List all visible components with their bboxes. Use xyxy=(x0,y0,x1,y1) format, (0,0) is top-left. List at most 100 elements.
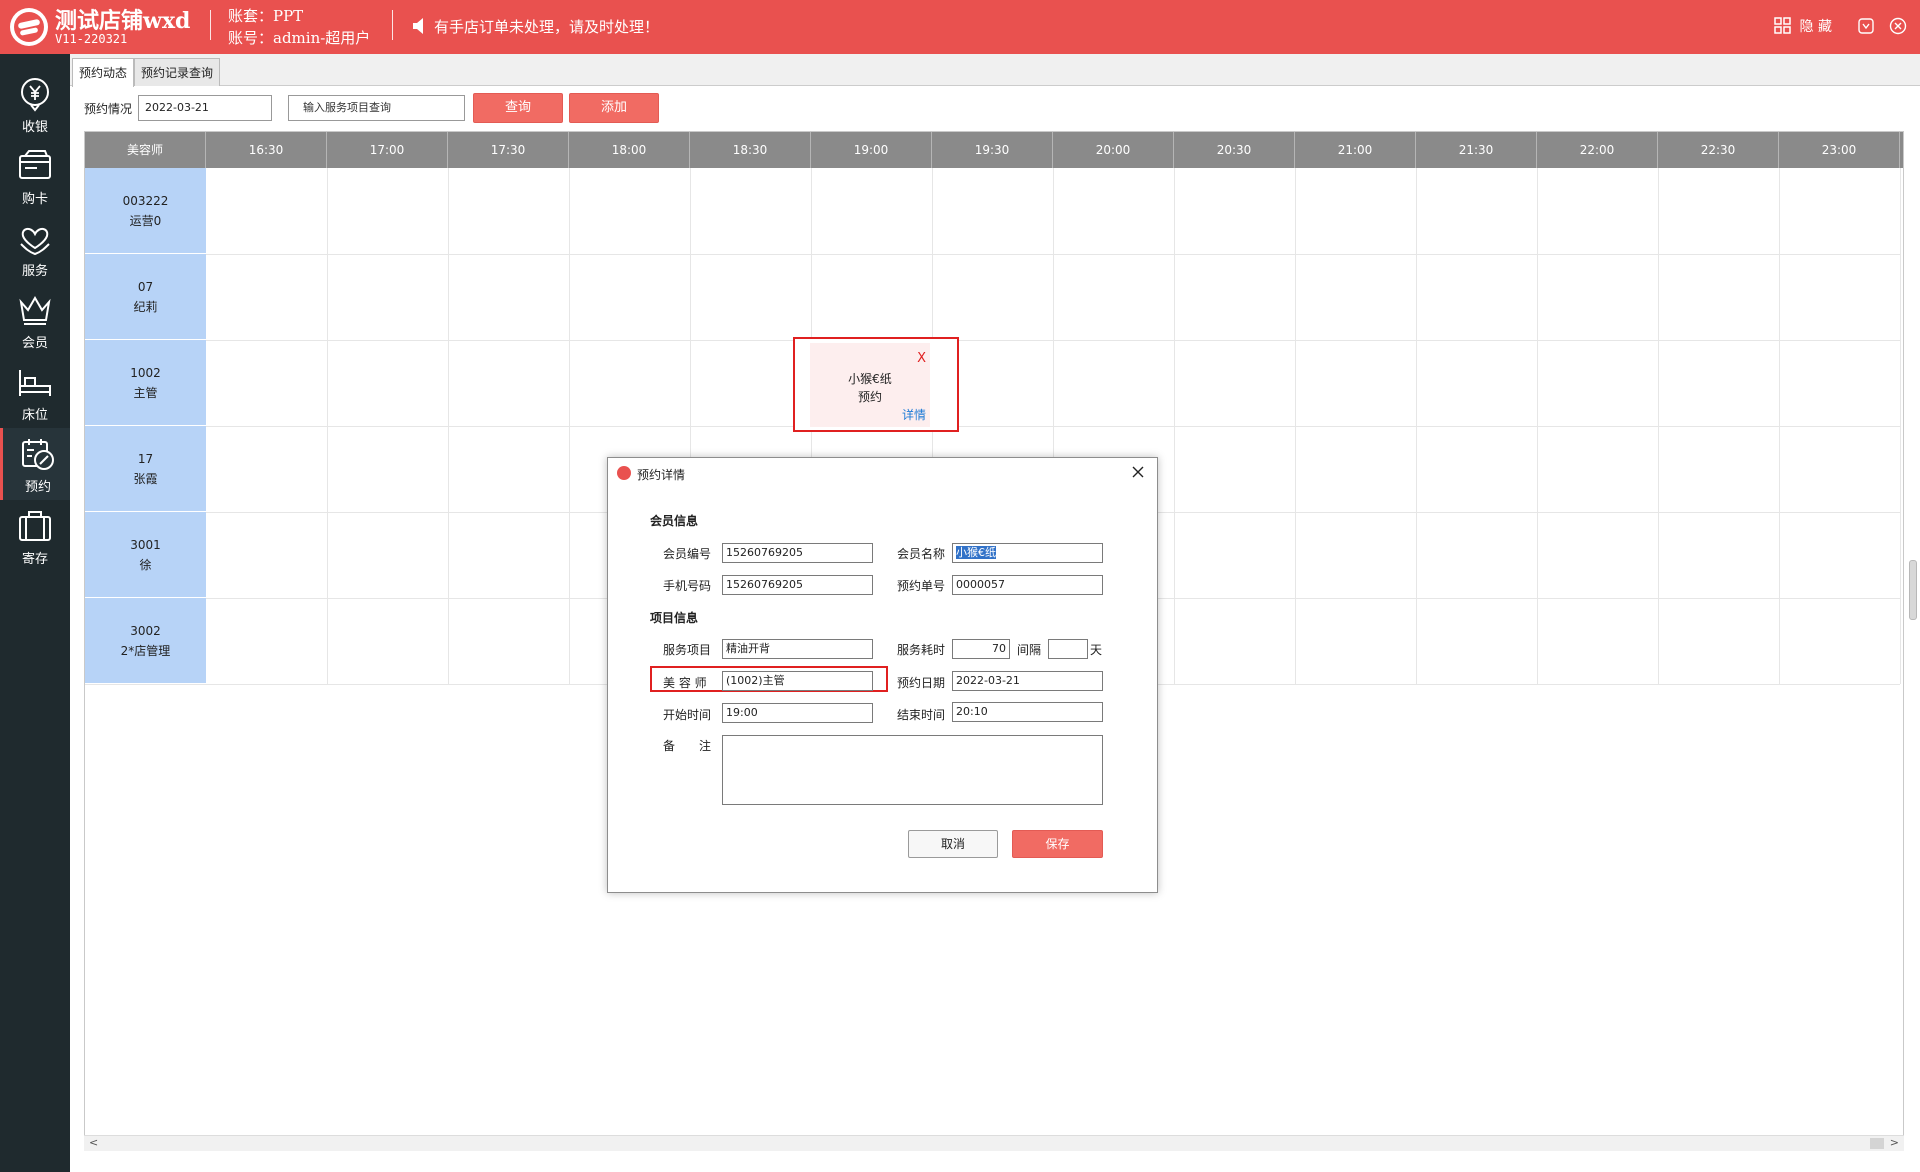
order-no-field[interactable]: 0000057 xyxy=(952,575,1103,595)
logo-icon xyxy=(10,8,48,46)
save-button[interactable]: 保存 xyxy=(1012,830,1103,858)
staff-code: 003222 xyxy=(122,193,169,208)
header-time: 23:00 xyxy=(1779,132,1900,168)
close-icon xyxy=(1889,17,1907,35)
staff-row-label: 1002 主管 xyxy=(85,340,206,426)
staff-row-label: 17 张霞 xyxy=(85,426,206,512)
sidebar-item-member[interactable]: 会员 xyxy=(0,284,70,356)
appointment-member-name: 小猴€纸 xyxy=(848,372,892,386)
speaker-icon xyxy=(413,18,423,34)
scroll-left-icon[interactable]: < xyxy=(89,1136,98,1149)
query-button[interactable]: 查询 xyxy=(473,93,563,123)
dialog-title: 预约详情 xyxy=(637,468,686,482)
scroll-thumb[interactable] xyxy=(1870,1138,1884,1149)
card-icon xyxy=(19,150,51,179)
app-version: V11-220321 xyxy=(55,32,128,46)
end-time-label: 结束时间 xyxy=(897,708,946,722)
appointment-card[interactable]: X 小猴€纸 预约 详情 xyxy=(793,337,959,432)
sidebar-item-appointment[interactable]: 预约 xyxy=(0,428,70,500)
sidebar-item-buy-card[interactable]: 购卡 xyxy=(0,140,70,212)
staff-code: 1002 xyxy=(130,365,161,380)
staff-code: 17 xyxy=(137,451,154,466)
interval-field[interactable] xyxy=(1048,639,1088,659)
staff-row-label: 003222 运营0 xyxy=(85,168,206,254)
sidebar-item-label: 会员 xyxy=(21,336,48,351)
grid-line xyxy=(206,254,1900,255)
member-no-label: 会员编号 xyxy=(663,547,712,561)
storage-icon xyxy=(19,511,51,541)
tab-appointment-status[interactable]: 预约动态 xyxy=(72,58,135,87)
dialog-title-bar: 预约详情 xyxy=(608,458,1157,490)
appointment-delete-button[interactable]: X xyxy=(917,351,926,366)
staff-name: 主管 xyxy=(133,385,158,400)
member-name-field[interactable]: 小猴€纸 xyxy=(952,543,1103,563)
staff-name: 纪莉 xyxy=(133,299,158,314)
remark-textarea[interactable] xyxy=(722,735,1103,805)
header-time: 16:30 xyxy=(206,132,327,168)
end-time-field[interactable]: 20:10 xyxy=(952,702,1103,722)
header-time: 22:00 xyxy=(1537,132,1658,168)
service-label: 服务项目 xyxy=(663,643,712,657)
sidebar-item-service[interactable]: 服务 xyxy=(0,212,70,284)
order-no-label: 预约单号 xyxy=(897,579,946,593)
staff-name: 运营0 xyxy=(129,213,162,228)
divider xyxy=(392,10,393,40)
appointment-date-field[interactable]: 2022-03-21 xyxy=(952,671,1103,691)
close-button[interactable] xyxy=(1886,14,1910,38)
sidebar-item-bed[interactable]: 床位 xyxy=(0,356,70,428)
staff-name: 徐 xyxy=(139,557,152,572)
account-set: 账套：PPT xyxy=(228,7,304,25)
beautician-select[interactable]: (1002)主管 xyxy=(722,671,873,691)
phone-field[interactable]: 15260769205 xyxy=(722,575,873,595)
appointment-status-label: 预约情况 xyxy=(84,102,133,116)
close-icon xyxy=(1132,466,1144,478)
sidebar-item-storage[interactable]: 寄存 xyxy=(0,500,70,572)
appointment-detail-link[interactable]: 详情 xyxy=(902,406,926,423)
service-field[interactable]: 精油开背 xyxy=(722,639,873,659)
window-controls: 隐 藏 xyxy=(1773,14,1910,38)
date-label: 预约日期 xyxy=(897,676,946,690)
day-unit-label: 天 xyxy=(1090,643,1103,657)
header-time: 20:30 xyxy=(1174,132,1295,168)
minimize-button[interactable] xyxy=(1854,14,1878,38)
header-time: 21:30 xyxy=(1416,132,1537,168)
sidebar-item-label: 床位 xyxy=(21,408,48,423)
add-button[interactable]: 添加 xyxy=(569,93,659,123)
start-time-field[interactable]: 19:00 xyxy=(722,703,873,723)
bed-icon xyxy=(19,370,51,396)
start-time-label: 开始时间 xyxy=(663,708,712,722)
cancel-button[interactable]: 取消 xyxy=(908,830,998,858)
horizontal-scrollbar[interactable]: < > xyxy=(84,1135,1904,1151)
appointment-icon xyxy=(22,439,54,470)
toolbar: 预约情况 2022-03-21 输入服务项目查询 查询 添加 xyxy=(70,86,1920,126)
staff-code: 07 xyxy=(137,279,154,294)
date-input[interactable]: 2022-03-21 xyxy=(138,95,272,121)
header-time: 21:00 xyxy=(1295,132,1416,168)
sidebar-item-cashier[interactable]: 收银 xyxy=(0,68,70,140)
member-name-value: 小猴€纸 xyxy=(956,546,996,559)
staff-row-label: 3001 徐 xyxy=(85,512,206,598)
sidebar-item-label: 收银 xyxy=(21,120,48,135)
divider xyxy=(210,10,211,40)
appointment-block[interactable]: X 小猴€纸 预约 详情 xyxy=(810,343,930,427)
tab-bar: 预约动态 预约记录查询 xyxy=(70,54,1920,87)
grid-icon[interactable] xyxy=(1773,17,1792,35)
sidebar-item-label: 服务 xyxy=(21,264,48,279)
search-input[interactable]: 输入服务项目查询 xyxy=(288,95,465,121)
sidebar-item-label: 预约 xyxy=(24,480,51,495)
staff-code: 3002 xyxy=(130,623,161,638)
tab-appointment-records[interactable]: 预约记录查询 xyxy=(134,58,221,86)
shop-name: 测试店铺wxd xyxy=(55,8,191,34)
order-notice[interactable]: 有手店订单未处理，请及时处理！ xyxy=(434,16,659,37)
service-icon xyxy=(20,228,50,256)
hide-button[interactable]: 隐 藏 xyxy=(1800,16,1832,36)
account-user: 账号：admin-超用户 xyxy=(228,29,371,47)
appointment-type: 预约 xyxy=(857,390,882,404)
staff-code: 3001 xyxy=(130,537,161,552)
dialog-close-button[interactable] xyxy=(1127,462,1149,484)
vertical-scroll-handle[interactable] xyxy=(1909,560,1917,620)
scroll-right-icon[interactable]: > xyxy=(1890,1136,1899,1149)
member-no-field[interactable]: 15260769205 xyxy=(722,543,873,563)
duration-field[interactable]: 70 xyxy=(952,639,1010,659)
header-time: 18:30 xyxy=(690,132,811,168)
